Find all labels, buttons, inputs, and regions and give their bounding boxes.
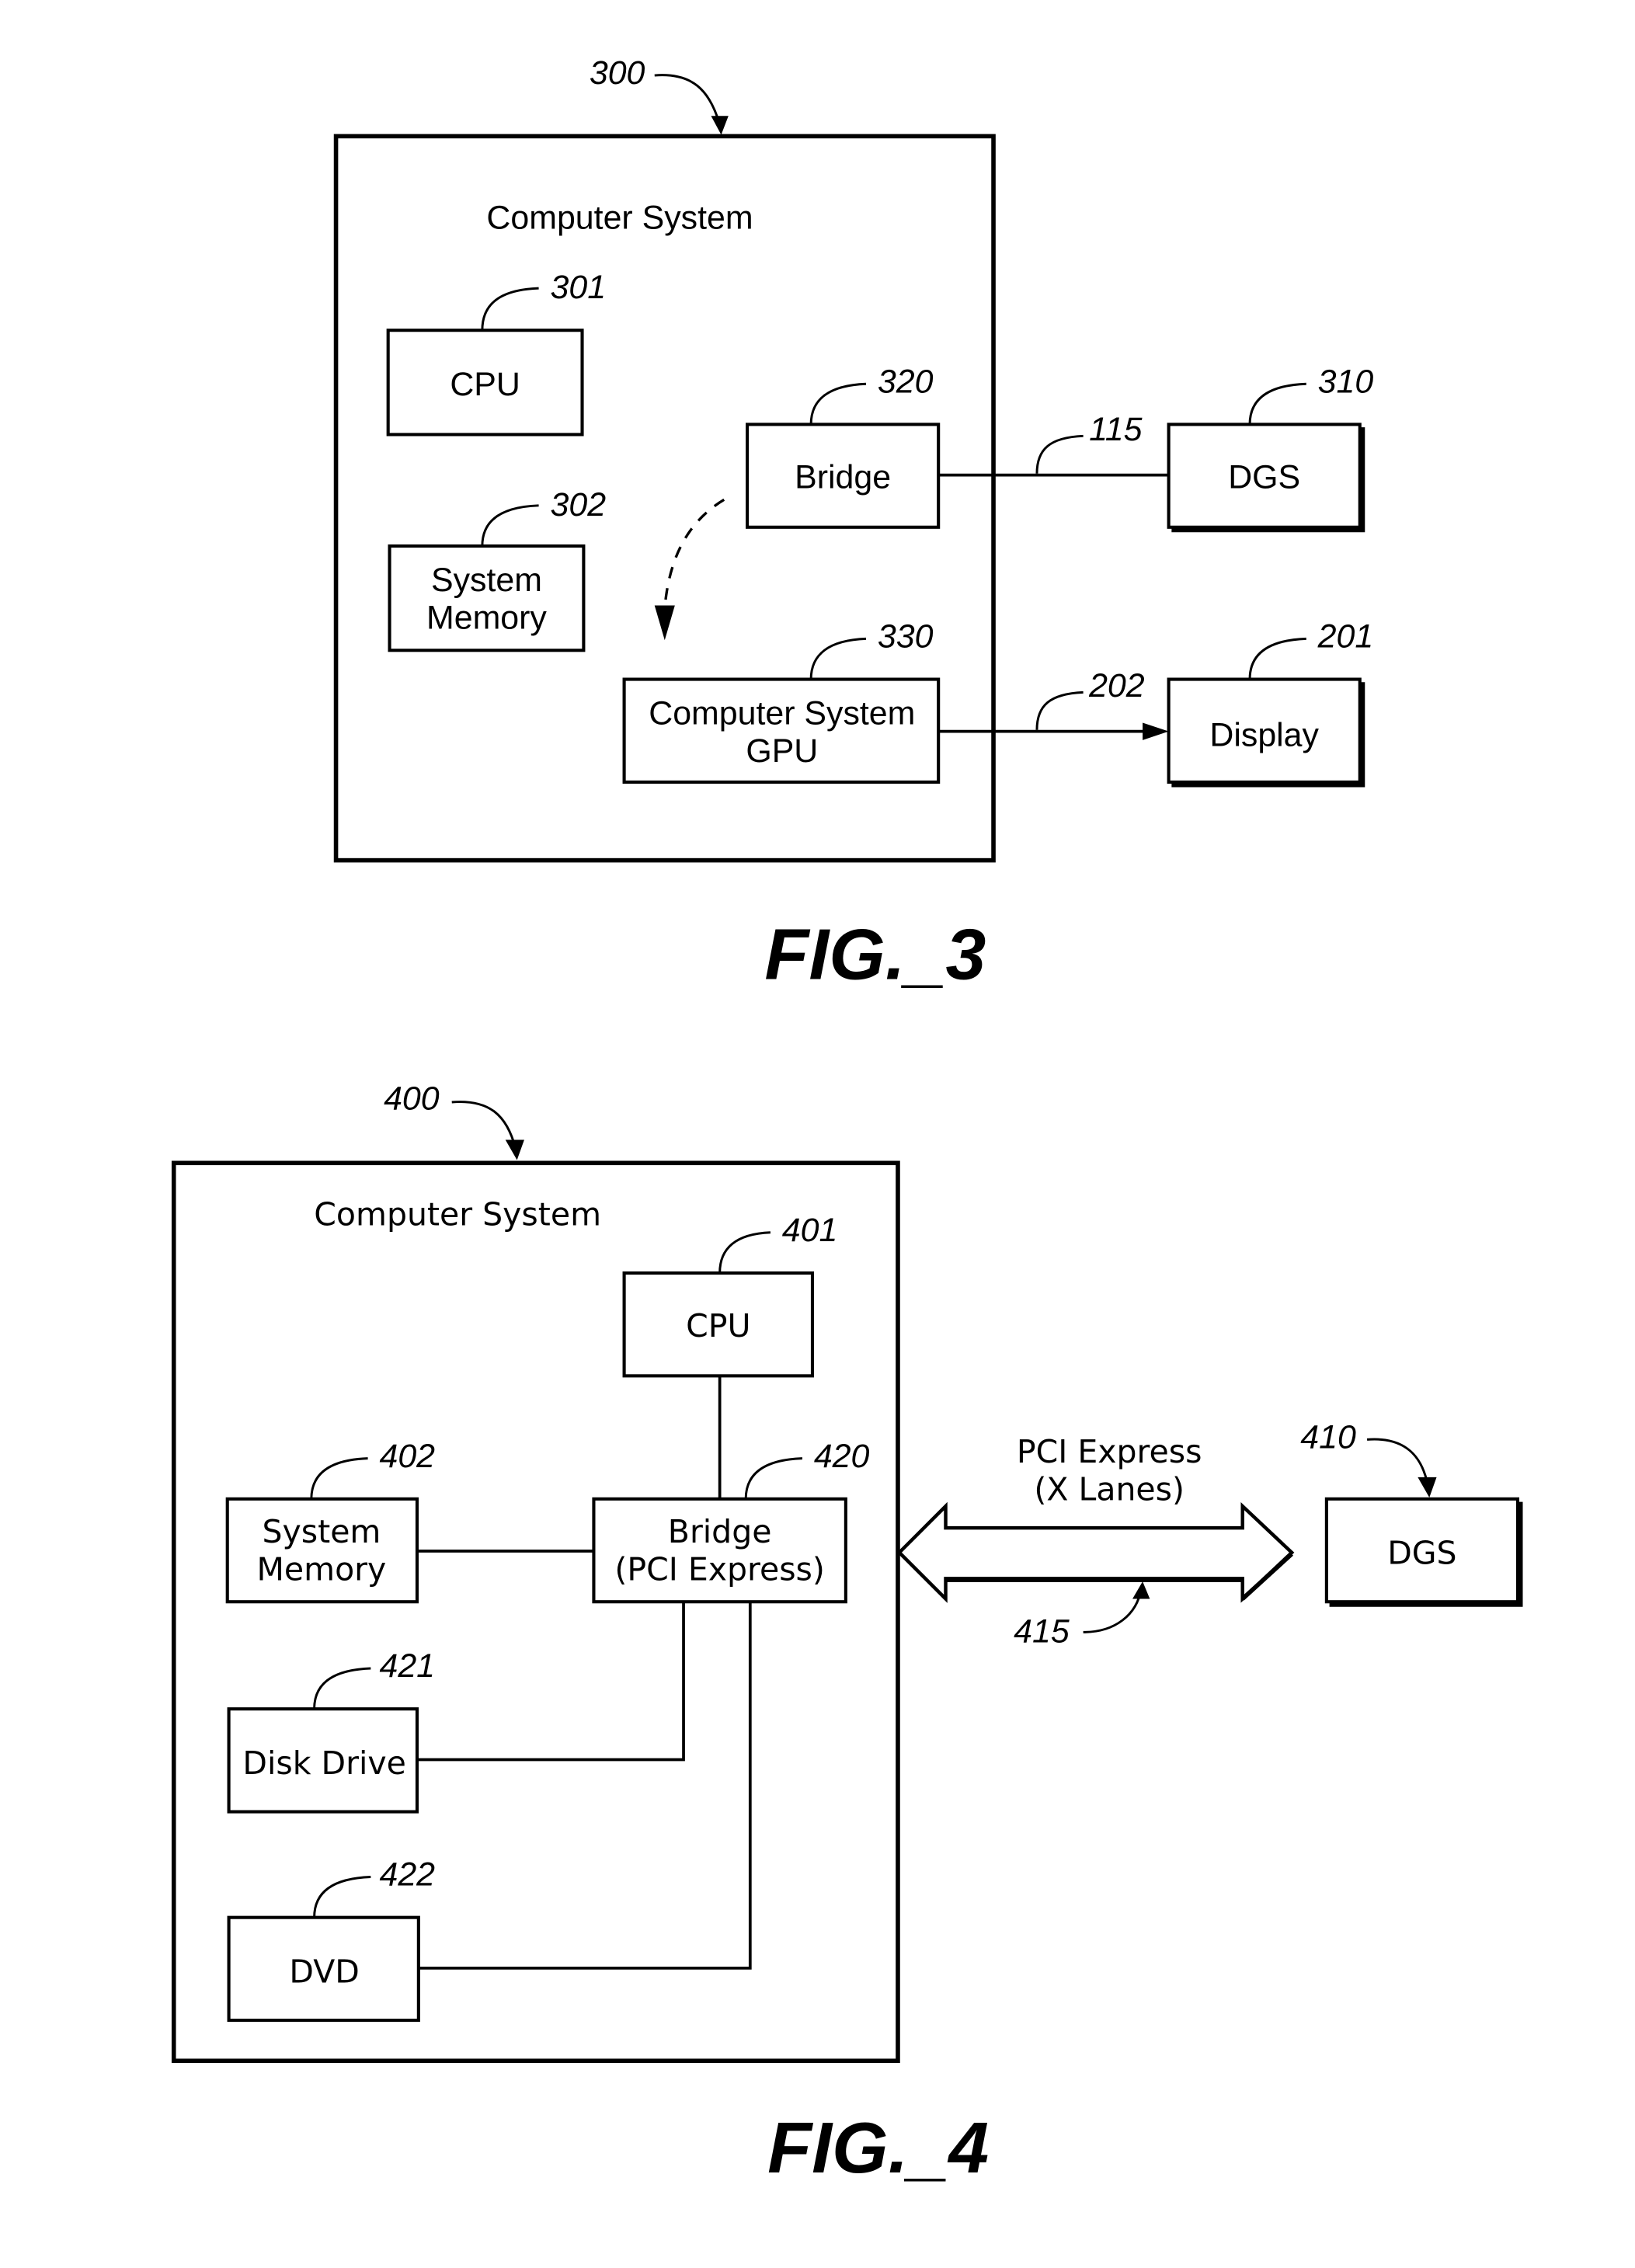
block-disk-drive-421: Disk Drive 421: [227, 1647, 435, 1814]
ref-301-leader: [481, 287, 539, 331]
ref-202: 202: [1088, 667, 1145, 704]
block-dgs-310: DGS 310: [1167, 363, 1374, 533]
ref-201: 201: [1317, 618, 1374, 656]
block-memory-302: System Memory 302: [388, 486, 607, 652]
block-bridge-320: Bridge 320: [746, 363, 941, 529]
ref-310: 310: [1318, 363, 1374, 400]
ref-202-leader: [1035, 690, 1084, 730]
migration-dashed-arrow: [663, 498, 725, 609]
ref-421: 421: [379, 1647, 435, 1685]
bridge-320-label: Bridge: [795, 458, 891, 496]
ref-415-leader: [1083, 1588, 1143, 1633]
ref-400: 400: [384, 1080, 440, 1117]
ref-400-arrowhead-icon: [505, 1139, 524, 1160]
gpu-330-label-line2: GPU: [746, 732, 818, 770]
ref-422-leader: [313, 1875, 371, 1918]
pcie-label-line2: (X Lanes): [1034, 1471, 1185, 1508]
block-bridge-420: Bridge (PCI Express) 420: [592, 1438, 870, 1604]
gpu-330-label-line1: Computer System: [649, 694, 915, 732]
ref-402-leader: [310, 1457, 368, 1499]
figure-4-caption: FIG._4: [767, 2107, 989, 2188]
pcie-label-line1: PCI Express: [1017, 1433, 1202, 1470]
block-cpu-401: CPU 401: [622, 1212, 838, 1378]
ref-402: 402: [379, 1438, 435, 1475]
block-dgs-410: DGS: [1324, 1497, 1523, 1607]
migration-arrowhead-icon: [654, 605, 675, 641]
block-dvd-422: DVD 422: [227, 1856, 435, 2023]
block-gpu-330: Computer System GPU 330: [622, 618, 941, 784]
patent-drawing-sheet: 300 Computer System CPU 301 System Memor…: [171, 54, 1523, 2188]
pcie-double-arrow-415: [896, 1501, 1295, 1603]
memory-402-label-line1: System: [262, 1513, 381, 1550]
ref-420-leader: [744, 1457, 802, 1499]
ref-320-leader: [809, 382, 867, 425]
ref-401-leader: [718, 1231, 771, 1273]
ref-415-arrowhead-icon: [1132, 1581, 1150, 1599]
bridge-420-label-line1: Bridge: [668, 1513, 772, 1550]
bridge-420-label-line2: (PCI Express): [614, 1550, 825, 1588]
ref-330-leader: [809, 637, 867, 680]
ref-300: 300: [590, 54, 645, 92]
link-disk-to-bridge: [416, 1602, 685, 1762]
ref-115: 115: [1089, 411, 1143, 448]
ref-115-leader: [1035, 434, 1084, 474]
disk-drive-421-label: Disk Drive: [242, 1744, 405, 1782]
ref-310-leader: [1248, 382, 1306, 425]
memory-302-label-line2: Memory: [426, 599, 547, 636]
link-dvd-to-bridge: [418, 1602, 752, 1970]
link-202-arrowhead-icon: [1143, 722, 1169, 740]
ref-301: 301: [551, 269, 607, 306]
ref-410-arrowhead-icon: [1418, 1477, 1437, 1498]
ref-330: 330: [878, 618, 934, 656]
cpu-401-label: CPU: [686, 1307, 750, 1344]
ref-410: 410: [1300, 1419, 1356, 1456]
memory-402-label-line2: Memory: [257, 1550, 387, 1588]
ref-302: 302: [551, 486, 607, 524]
ref-300-leader: [654, 74, 722, 125]
ref-421-leader: [313, 1667, 371, 1710]
cpu-301-label: CPU: [450, 366, 520, 403]
block-memory-402: System Memory 402: [225, 1438, 435, 1604]
figure-4: 400 Computer System CPU 401 System Memor…: [171, 1080, 1523, 2188]
computer-system-300-title: Computer System: [486, 200, 753, 237]
ref-300-arrowhead-icon: [711, 116, 729, 135]
memory-302-label-line1: System: [431, 562, 542, 599]
computer-system-400-title: Computer System: [314, 1195, 601, 1233]
ref-415: 415: [1014, 1612, 1070, 1650]
dgs-410-label: DGS: [1387, 1535, 1456, 1572]
block-display-201: Display 201: [1167, 618, 1374, 788]
ref-422: 422: [379, 1856, 435, 1894]
ref-420: 420: [814, 1438, 870, 1475]
dgs-310-label: DGS: [1228, 458, 1300, 496]
ref-320: 320: [878, 363, 934, 400]
ref-201-leader: [1248, 637, 1306, 680]
display-201-label: Display: [1209, 716, 1319, 753]
dvd-422-label: DVD: [289, 1953, 359, 1991]
ref-401: 401: [782, 1212, 838, 1249]
figure-3: 300 Computer System CPU 301 System Memor…: [333, 54, 1374, 995]
block-cpu-301: CPU 301: [386, 269, 607, 437]
figure-3-caption: FIG._3: [764, 914, 986, 995]
ref-302-leader: [481, 504, 539, 547]
ref-400-leader: [451, 1101, 517, 1150]
